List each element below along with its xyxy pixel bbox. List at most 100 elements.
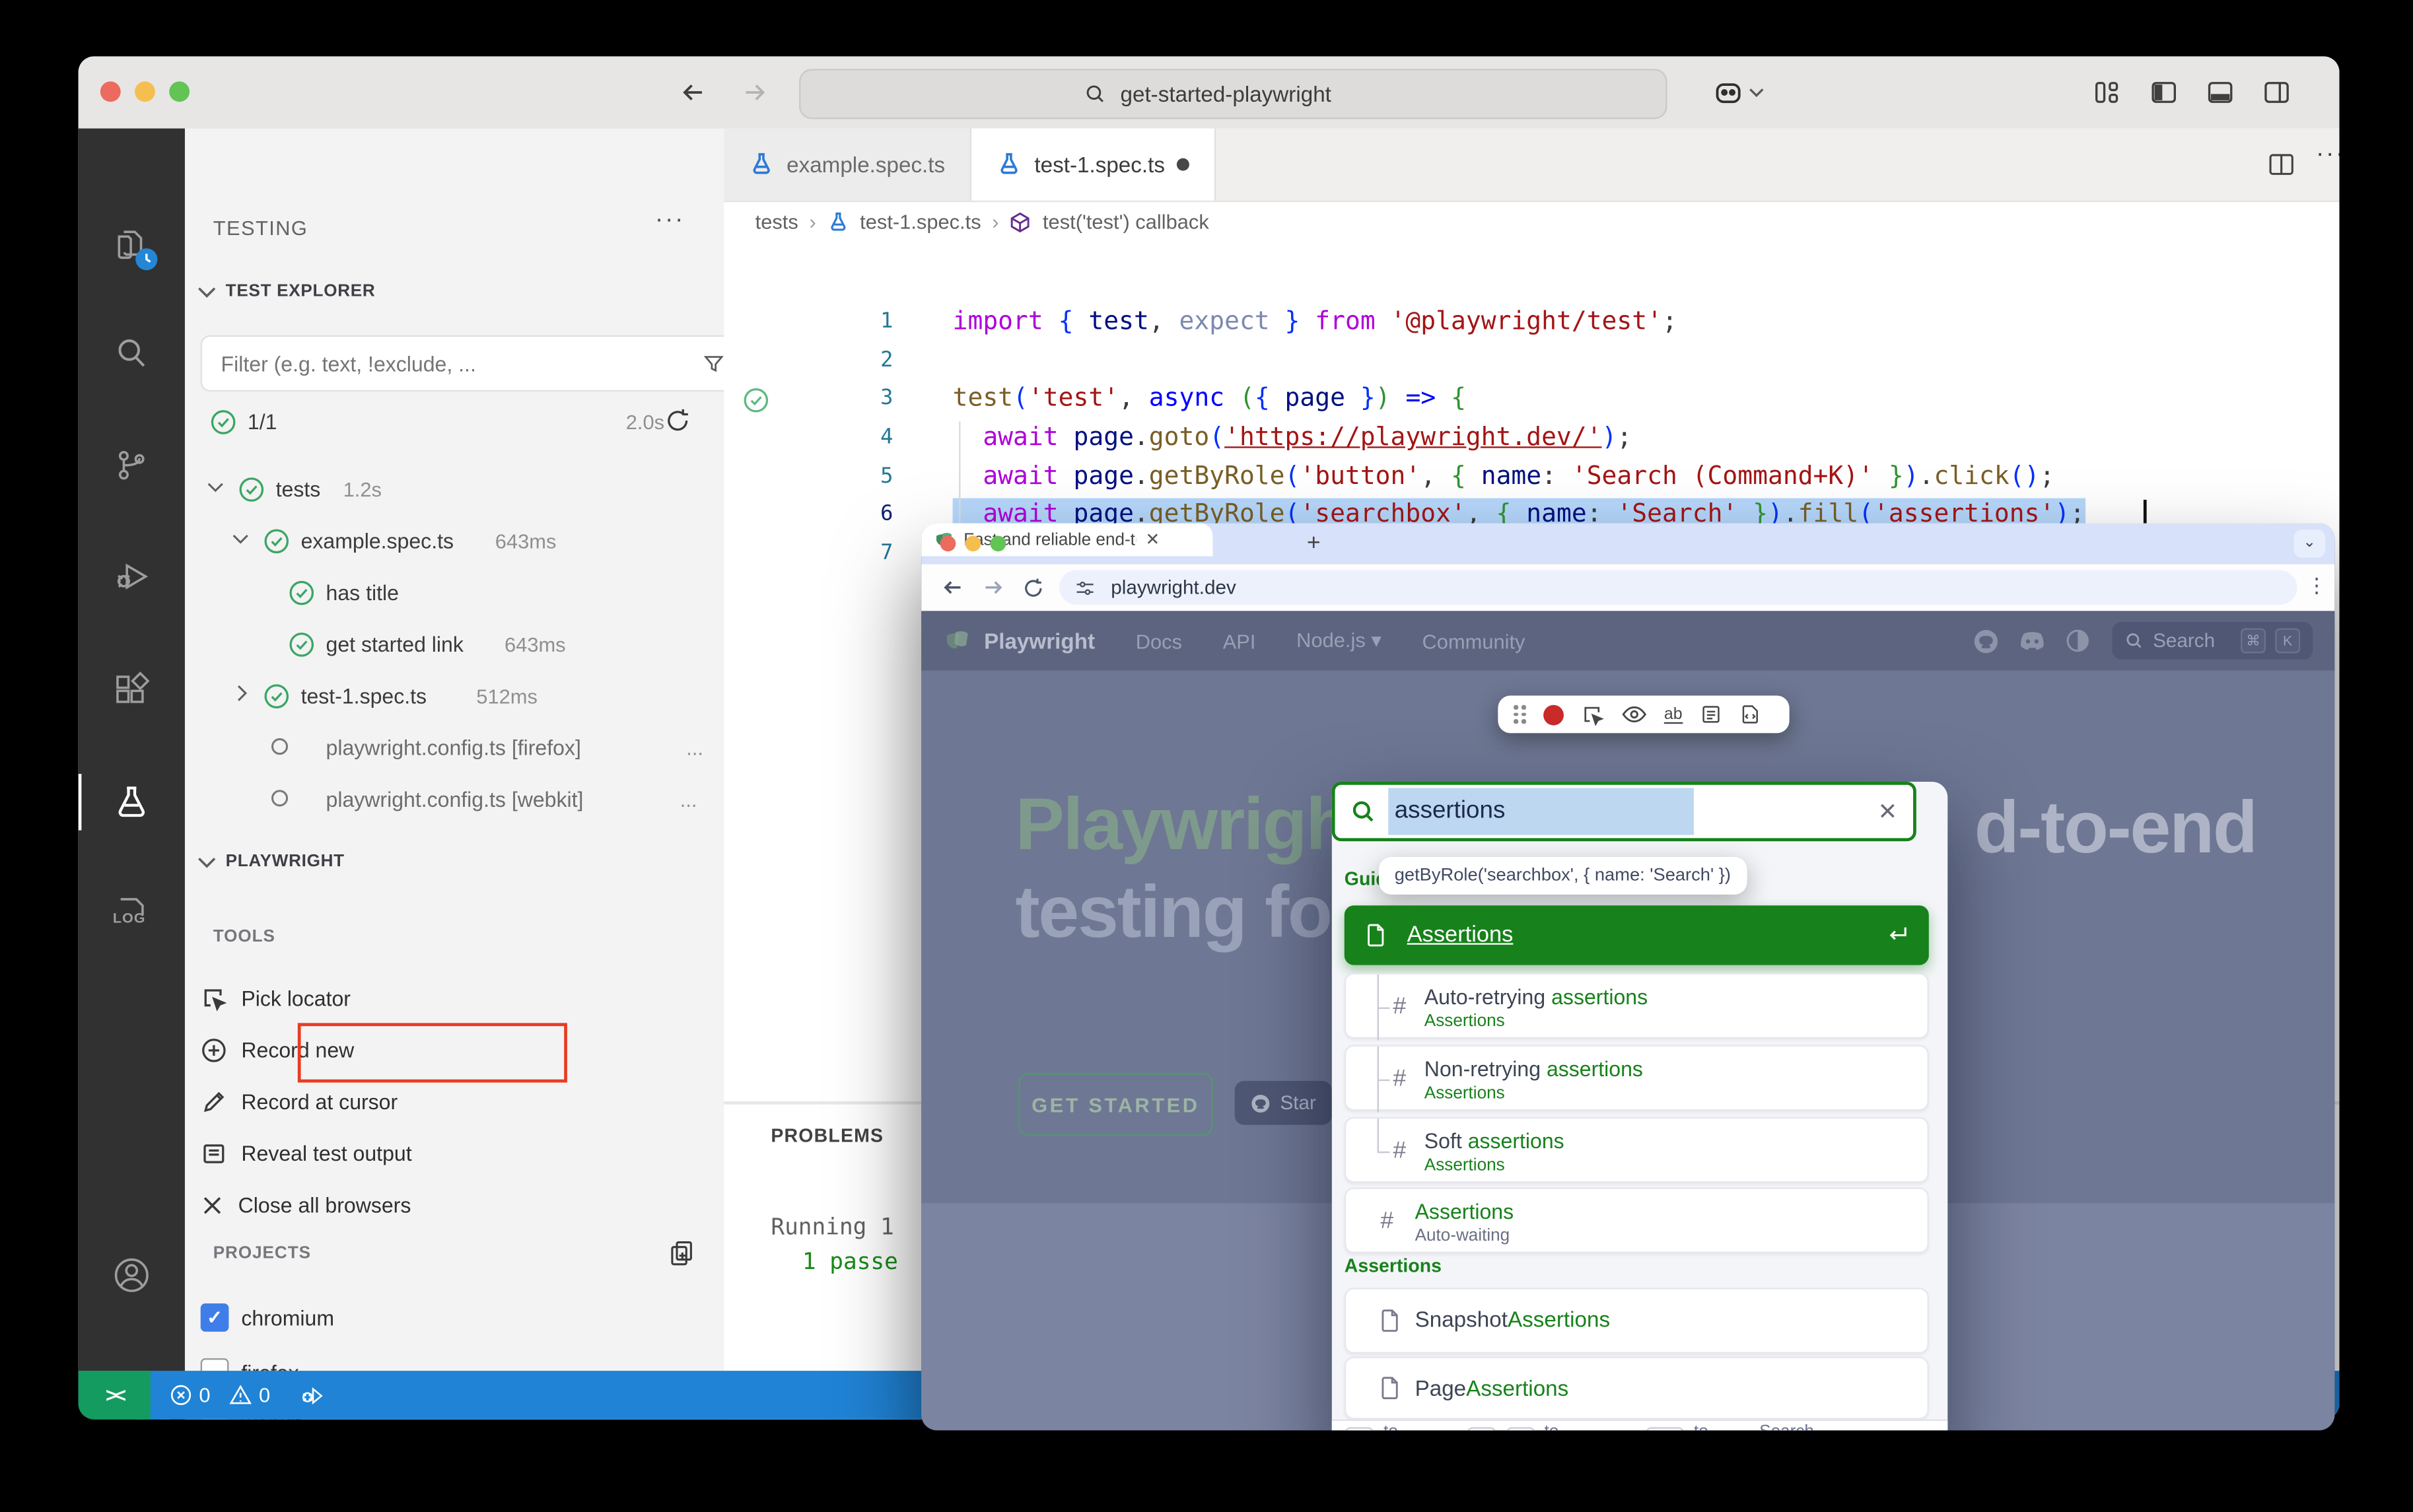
explorer-timeline-icon[interactable] [104, 216, 160, 272]
github-star-button[interactable]: Star [1235, 1081, 1332, 1124]
chevron-down-icon[interactable] [197, 856, 216, 870]
search-query-selected-text[interactable]: assertions [1388, 788, 1693, 835]
warnings-status[interactable]: 0 [229, 1383, 270, 1407]
filter-funnel-icon[interactable] [702, 352, 726, 376]
command-center-input[interactable] [1117, 80, 1382, 108]
test-tree-row[interactable]: playwright.config.ts [firefox] ... [185, 724, 724, 771]
nav-brand[interactable]: Playwright [984, 628, 1095, 653]
run-debug-icon[interactable] [104, 548, 160, 604]
extensions-icon[interactable] [104, 661, 160, 717]
assert-text-icon[interactable]: ab [1664, 706, 1683, 723]
tab-close-icon[interactable]: ✕ [1145, 530, 1160, 550]
code-line[interactable]: 3 test('test', async ({ page }) => { [724, 381, 2339, 420]
test-explorer-header[interactable]: TEST EXPLORER [226, 282, 376, 300]
url-input[interactable] [1108, 575, 2054, 600]
close-traffic-light[interactable] [940, 535, 956, 551]
minimize-traffic-light[interactable] [135, 81, 155, 102]
result-item[interactable]: # Auto-retrying assertions Assertions [1345, 973, 1929, 1039]
panel-tab-problems[interactable]: PROBLEMS [771, 1125, 884, 1147]
project-checkbox-chromium[interactable]: ✓ chromium [201, 1299, 334, 1336]
address-bar[interactable] [1059, 570, 2297, 605]
toggle-secondary-sidebar-icon[interactable] [2262, 79, 2291, 107]
view-actions-more-icon[interactable]: ··· [655, 207, 685, 235]
errors-status[interactable]: 0 [169, 1383, 210, 1407]
breadcrumb[interactable]: tests › test-1.spec.ts › test('test') ca… [755, 210, 1209, 234]
source-control-icon[interactable] [104, 437, 160, 493]
discord-icon[interactable] [2018, 630, 2046, 652]
algolia-attribution[interactable]: Search by algolia [1759, 1422, 1935, 1430]
result-item[interactable]: # Non-retrying assertions Assertions [1345, 1045, 1929, 1111]
code-line[interactable]: 4 await page.goto('https://playwright.de… [724, 420, 2339, 459]
test-filter-input[interactable] [218, 350, 689, 376]
pick-locator-icon[interactable] [1581, 703, 1605, 726]
tab-test-1-spec[interactable]: test-1.spec.ts [971, 129, 1216, 201]
record-at-cursor-button[interactable]: Record at cursor [201, 1078, 671, 1124]
test-tree-row[interactable]: tests 1.2s [185, 465, 724, 512]
test-tree-row[interactable]: test-1.spec.ts 512ms [185, 672, 724, 719]
site-settings-icon[interactable] [1075, 577, 1096, 598]
new-tab-icon[interactable]: + [1307, 530, 1321, 556]
nav-item-api[interactable]: API [1223, 629, 1256, 653]
nav-item-node[interactable]: Node.js ▾ [1296, 628, 1381, 653]
breadcrumb-file[interactable]: test-1.spec.ts [860, 210, 981, 234]
editor-actions-more-icon[interactable]: ··· [2316, 141, 2340, 170]
split-editor-icon[interactable] [2267, 151, 2295, 179]
output-log-icon[interactable]: LOG [104, 885, 160, 942]
refresh-tests-icon[interactable] [664, 407, 691, 434]
tab-search-chevron-icon[interactable]: ⌄ [2294, 530, 2325, 558]
command-center-search[interactable] [799, 69, 1667, 119]
code-line[interactable]: 2 [724, 343, 2339, 382]
checkbox-checked-icon[interactable]: ✓ [201, 1303, 229, 1332]
customize-layout-icon[interactable] [2093, 79, 2122, 107]
record-button[interactable] [1543, 704, 1564, 725]
test-tree-row[interactable]: playwright.config.ts [webkit] ... [185, 775, 724, 822]
testing-flask-icon[interactable] [104, 774, 160, 830]
get-started-button[interactable]: GET STARTED [1018, 1073, 1212, 1136]
test-tree-row[interactable]: example.spec.ts 643ms [185, 517, 724, 564]
minimize-traffic-light[interactable] [965, 535, 981, 551]
nav-item-docs[interactable]: Docs [1136, 629, 1182, 653]
unsaved-dot-icon[interactable] [1177, 158, 1190, 171]
code-line[interactable]: 5 await page.getByRole('button', { name:… [724, 459, 2339, 498]
code-line[interactable]: 1 import { test, expect } from '@playwri… [724, 304, 2339, 343]
view-source-icon[interactable] [1739, 703, 1761, 725]
close-traffic-light[interactable] [100, 81, 121, 102]
recorder-toolbar[interactable]: ab [1498, 695, 1789, 733]
site-search-button[interactable]: Search ⌘ K [2112, 622, 2313, 660]
nav-item-community[interactable]: Community [1422, 629, 1525, 653]
search-icon[interactable] [104, 326, 160, 382]
tab-example-spec[interactable]: example.spec.ts [724, 129, 971, 201]
gutter-pass-check-icon[interactable] [743, 388, 769, 414]
browser-menu-icon[interactable]: ⋮ [2307, 573, 2328, 598]
result-item[interactable]: SnapshotAssertions [1345, 1288, 1929, 1354]
result-selected[interactable]: Assertions [1345, 905, 1929, 965]
remote-indicator[interactable]: >< [79, 1371, 151, 1420]
browser-back-icon[interactable] [940, 575, 965, 600]
test-filter-box[interactable] [201, 335, 743, 392]
clear-query-icon[interactable]: ✕ [1878, 798, 1898, 826]
browser-reload-icon[interactable] [1022, 576, 1045, 600]
assert-snapshot-icon[interactable] [1700, 703, 1722, 725]
assert-visibility-eye-icon[interactable] [1622, 705, 1647, 724]
chevron-down-icon[interactable] [197, 285, 216, 299]
maximize-traffic-light[interactable] [169, 81, 190, 102]
breadcrumb-folder[interactable]: tests [755, 210, 798, 234]
copy-settings-icon[interactable] [668, 1237, 696, 1266]
drag-handle-icon[interactable] [1514, 705, 1526, 723]
test-tree-row[interactable]: has title [185, 568, 724, 615]
back-arrow-icon[interactable] [677, 77, 708, 108]
docsearch-input-box[interactable]: assertions ✕ [1332, 782, 1916, 841]
breadcrumb-symbol[interactable]: test('test') callback [1043, 210, 1209, 234]
accounts-icon[interactable] [104, 1247, 160, 1303]
debug-test-status-icon[interactable] [298, 1383, 324, 1408]
toggle-primary-sidebar-icon[interactable] [2150, 79, 2178, 107]
browser-forward-icon[interactable] [981, 575, 1006, 600]
toggle-panel-icon[interactable] [2206, 79, 2235, 107]
theme-toggle-icon[interactable] [2065, 628, 2090, 653]
browser-active-tab[interactable]: Fast and reliable end-to-end ✕ [921, 523, 1212, 556]
pick-locator-button[interactable]: Pick locator [201, 975, 671, 1021]
maximize-traffic-light[interactable] [991, 535, 1006, 551]
test-tree-row[interactable]: get started link 643ms [185, 621, 724, 668]
close-all-browsers-button[interactable]: Close all browsers [201, 1181, 671, 1228]
github-icon[interactable] [1973, 627, 1999, 654]
